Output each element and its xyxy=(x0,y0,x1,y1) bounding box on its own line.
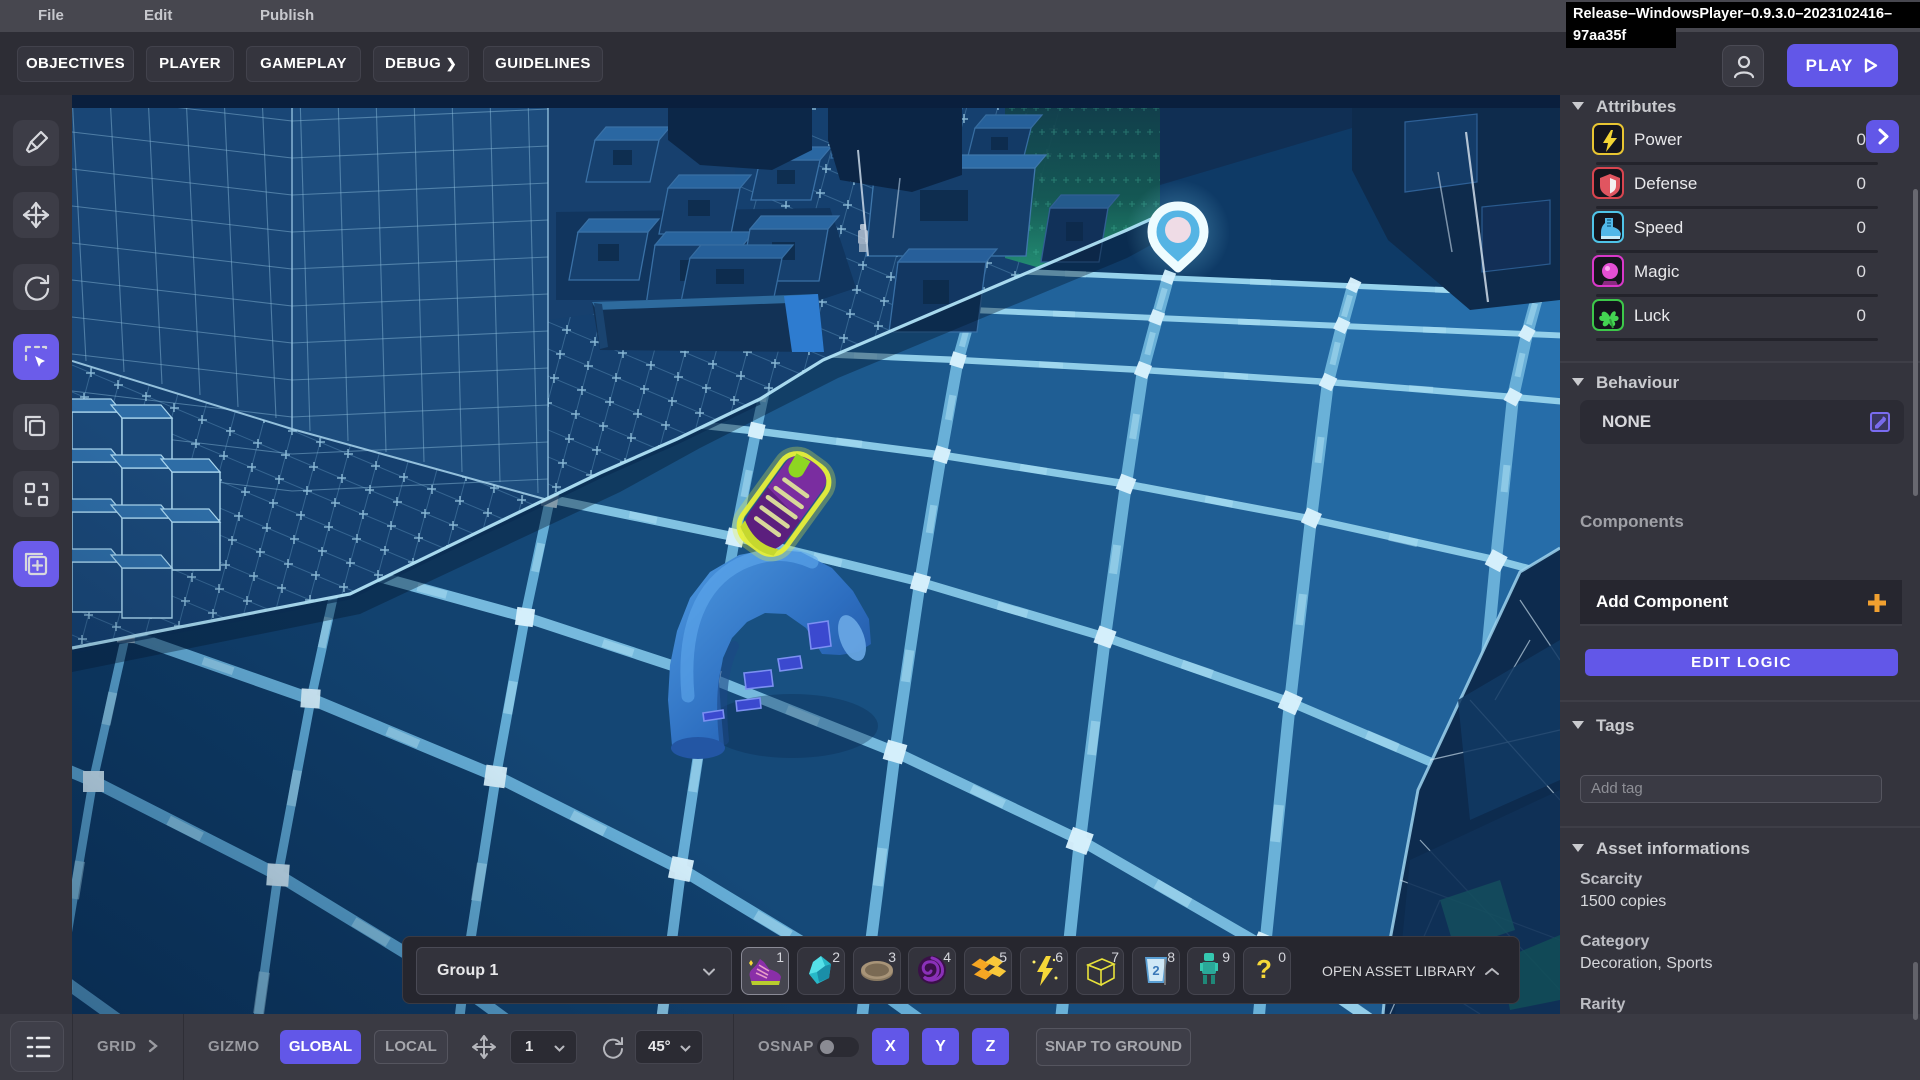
svg-text:?: ? xyxy=(1256,954,1272,984)
svg-text:2: 2 xyxy=(1152,963,1159,978)
